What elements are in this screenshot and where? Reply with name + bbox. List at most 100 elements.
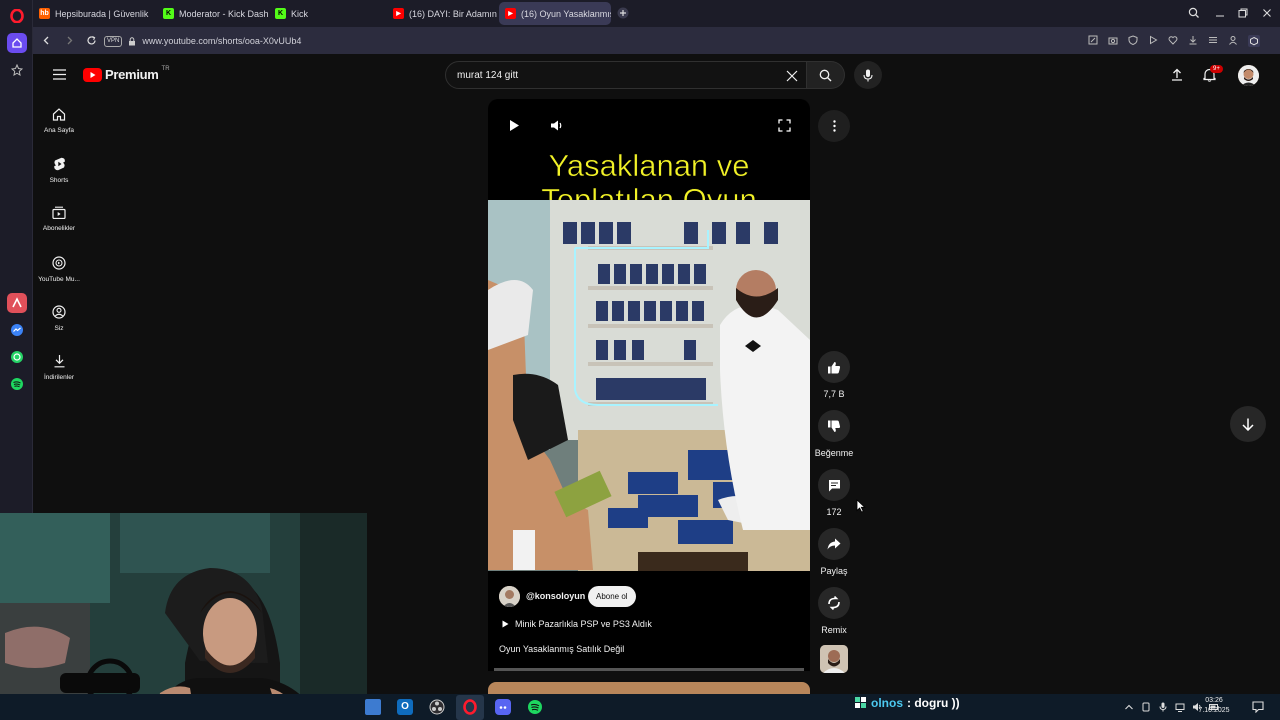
- downloads-icon[interactable]: [1188, 35, 1198, 45]
- tab-kick[interactable]: K Kick: [269, 2, 385, 25]
- next-short-preview[interactable]: [488, 682, 810, 694]
- logo-text: Premium: [105, 67, 159, 82]
- clear-search-icon[interactable]: [786, 70, 798, 82]
- playlist-label: Minik Pazarlıkla PSP ve PS3 Aldık: [515, 619, 652, 629]
- voice-search-button[interactable]: [854, 61, 882, 89]
- like-button[interactable]: 7,7 B: [818, 351, 850, 399]
- youtube-music-icon: [52, 256, 66, 270]
- nav-label: İndirilenler: [44, 374, 74, 381]
- progress-bar[interactable]: [494, 668, 804, 671]
- video-frame: [488, 200, 810, 571]
- microphone-tray-icon[interactable]: [1158, 702, 1168, 712]
- player-icon[interactable]: [1148, 35, 1158, 45]
- nav-item-you[interactable]: Siz: [33, 305, 85, 332]
- tab-hepsiburada[interactable]: hb Hepsiburada | Güvenlik: [33, 2, 153, 25]
- clock-date: 7.10.2025: [1198, 707, 1230, 714]
- youtube-logo[interactable]: Premium TR: [83, 66, 170, 82]
- shield-icon[interactable]: [1128, 35, 1138, 45]
- fullscreen-icon[interactable]: [778, 119, 791, 132]
- share-label: Paylaş: [820, 566, 848, 576]
- edit-icon[interactable]: [1088, 35, 1098, 45]
- nav-item-downloads[interactable]: İndirilenler: [33, 354, 85, 381]
- more-options-button[interactable]: [818, 110, 850, 142]
- tab-kick-moderator[interactable]: K Moderator - Kick Dashboa: [157, 2, 269, 25]
- discord-taskbar-icon[interactable]: [495, 699, 511, 715]
- network-icon[interactable]: [1175, 702, 1185, 712]
- search-icon: [819, 69, 832, 81]
- home-sidebar-icon[interactable]: [7, 33, 27, 53]
- explorer-taskbar-icon[interactable]: [365, 699, 381, 715]
- address-bar: VPN www.youtube.com/shorts/ooa-X0vUUb4: [33, 27, 1280, 54]
- next-short-button[interactable]: [1230, 406, 1266, 442]
- channel-avatar[interactable]: [499, 586, 520, 607]
- spotify-icon[interactable]: [7, 374, 27, 394]
- nav-label: Siz: [54, 325, 64, 332]
- upload-icon[interactable]: [1171, 68, 1183, 81]
- subscribe-button[interactable]: Abone ol: [588, 586, 636, 607]
- nav-item-shorts[interactable]: Shorts: [33, 157, 85, 184]
- video-caption: Oyun Yasaklanmış Satılık Değil: [499, 644, 625, 654]
- spotify-taskbar-icon[interactable]: [527, 699, 543, 715]
- search-button[interactable]: [807, 61, 845, 89]
- tab-search-icon[interactable]: [1188, 7, 1200, 19]
- reload-icon[interactable]: [86, 35, 97, 46]
- chat-message: : dogru )): [907, 696, 960, 710]
- tab-dayi-video[interactable]: ▶ (16) DAYI: Bir Adamın Hik: [387, 2, 497, 25]
- chat-username: olnos: [871, 696, 903, 710]
- opera-taskbar-active[interactable]: [456, 695, 484, 720]
- tab-label: (16) Oyun Yasaklanmış Sa: [521, 8, 611, 19]
- comment-icon: [828, 479, 840, 491]
- remix-label: Remix: [821, 625, 847, 635]
- tray-chevron-up-icon[interactable]: [1124, 702, 1134, 712]
- forward-icon[interactable]: [64, 35, 75, 46]
- minimize-icon[interactable]: [1214, 7, 1226, 19]
- remix-button[interactable]: Remix: [818, 587, 850, 635]
- volume-icon[interactable]: [550, 119, 564, 132]
- thumbs-down-icon: [828, 420, 841, 432]
- extension-cube-icon[interactable]: [1248, 35, 1260, 47]
- nav-item-youtube-music[interactable]: YouTube Mu...: [33, 256, 85, 283]
- play-icon[interactable]: [508, 119, 520, 132]
- shorts-player[interactable]: Yasaklanan ve Toplatılan Oyun: [488, 99, 810, 571]
- search-input[interactable]: murat 124 gitt: [445, 61, 807, 89]
- dislike-button[interactable]: Beğenme: [812, 410, 856, 458]
- short-info: @konsoloyun Abone ol Minik Pazarlıkla PS…: [488, 571, 810, 671]
- menu-icon[interactable]: [1208, 35, 1218, 45]
- camera-icon[interactable]: [1108, 35, 1118, 45]
- hamburger-menu-icon[interactable]: [53, 69, 66, 80]
- nav-item-subscriptions[interactable]: Abonelikler: [33, 206, 85, 232]
- tab-oyun-active[interactable]: ▶ (16) Oyun Yasaklanmış Sa: [499, 2, 611, 25]
- whatsapp-icon[interactable]: [7, 347, 27, 367]
- messenger-icon[interactable]: [7, 320, 27, 340]
- restore-icon[interactable]: [1237, 7, 1249, 19]
- comments-button[interactable]: 172: [818, 469, 850, 517]
- star-icon[interactable]: [7, 60, 27, 80]
- subscriptions-icon: [52, 206, 66, 219]
- url-field[interactable]: VPN www.youtube.com/shorts/ooa-X0vUUb4: [104, 33, 1024, 49]
- clock[interactable]: 03:26 7.10.2025: [1196, 696, 1232, 716]
- playlist-link[interactable]: Minik Pazarlıkla PSP ve PS3 Aldık: [502, 619, 652, 629]
- tab-label: Hepsiburada | Güvenlik: [55, 8, 149, 19]
- outlook-taskbar-icon[interactable]: O: [397, 699, 413, 715]
- heart-icon[interactable]: [1168, 35, 1178, 45]
- notification-center-icon[interactable]: [1252, 701, 1264, 713]
- sound-thumbnail[interactable]: [820, 645, 848, 673]
- nav-item-home[interactable]: Ana Sayfa: [33, 108, 85, 134]
- comment-count: 172: [826, 507, 842, 517]
- vpn-badge[interactable]: VPN: [104, 35, 123, 47]
- download-icon: [54, 355, 64, 368]
- profile-icon[interactable]: [1228, 35, 1238, 45]
- opera-logo-icon[interactable]: [7, 6, 27, 26]
- channel-name[interactable]: @konsoloyun: [526, 591, 585, 601]
- streamer-webcam-image: [0, 513, 367, 720]
- windows-taskbar: O olnos : dogru )) 03:26 7.10.2025: [0, 694, 1280, 720]
- back-icon[interactable]: [41, 35, 52, 46]
- share-button[interactable]: Paylaş: [818, 528, 850, 576]
- aria-icon[interactable]: [7, 293, 27, 313]
- close-window-icon[interactable]: [1261, 7, 1273, 19]
- microphone-icon: [863, 69, 873, 81]
- avatar[interactable]: [1238, 65, 1259, 86]
- new-tab-plus-icon[interactable]: [617, 7, 629, 19]
- device-icon[interactable]: [1141, 702, 1151, 712]
- obs-taskbar-icon[interactable]: [429, 699, 445, 715]
